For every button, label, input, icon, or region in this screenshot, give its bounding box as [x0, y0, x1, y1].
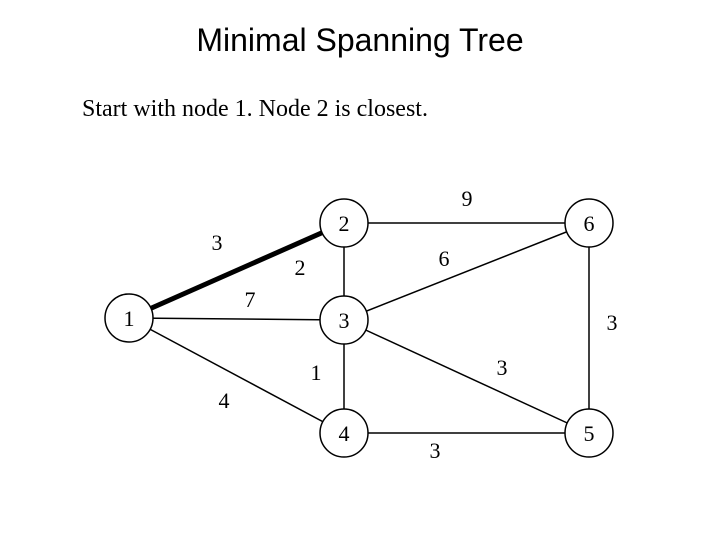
weight-5-6: 3 — [607, 310, 618, 335]
node-5-label: 5 — [584, 421, 595, 446]
weight-2-3: 2 — [295, 255, 306, 280]
weight-3-5: 3 — [497, 355, 508, 380]
weight-1-3: 7 — [245, 287, 256, 312]
weight-3-6: 6 — [439, 246, 450, 271]
edge-3-6 — [344, 223, 589, 320]
node-6: 6 — [565, 199, 613, 247]
edge-1-2 — [129, 223, 344, 318]
node-5: 5 — [565, 409, 613, 457]
node-4-label: 4 — [339, 421, 350, 446]
weight-3-4: 1 — [311, 360, 322, 385]
weight-4-5: 3 — [430, 438, 441, 463]
graph-diagram: 1 2 3 4 5 6 3 7 4 2 9 1 6 3 3 3 — [0, 0, 720, 540]
node-1-label: 1 — [124, 306, 135, 331]
node-6-label: 6 — [584, 211, 595, 236]
edge-1-3 — [129, 318, 344, 320]
node-3-label: 3 — [339, 308, 350, 333]
weight-1-2: 3 — [212, 230, 223, 255]
node-4: 4 — [320, 409, 368, 457]
edge-3-5 — [344, 320, 589, 433]
node-1: 1 — [105, 294, 153, 342]
node-2-label: 2 — [339, 211, 350, 236]
node-2: 2 — [320, 199, 368, 247]
weight-2-6: 9 — [462, 186, 473, 211]
weight-1-4: 4 — [219, 388, 230, 413]
node-3: 3 — [320, 296, 368, 344]
